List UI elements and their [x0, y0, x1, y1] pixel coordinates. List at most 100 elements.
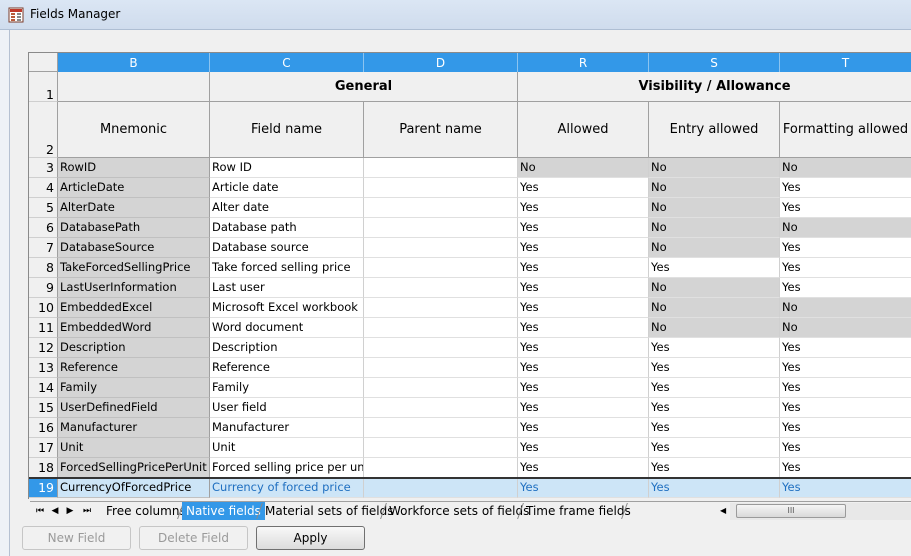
parent-name-cell[interactable] — [364, 458, 518, 478]
mnemonic-cell[interactable]: DatabaseSource — [58, 238, 210, 258]
row-header[interactable]: 16 — [29, 418, 58, 438]
mnemonic-cell[interactable]: Family — [58, 378, 210, 398]
mnemonic-cell[interactable]: RowID — [58, 158, 210, 178]
fields-grid[interactable]: B C D R S T 1 General Visibility / Allowance 2 Mne… — [28, 52, 911, 499]
parent-name-cell[interactable] — [364, 378, 518, 398]
entry-allowed-cell[interactable]: Yes — [649, 338, 780, 358]
formatting-allowed-cell[interactable]: Yes — [780, 258, 911, 278]
formatting-allowed-cell[interactable]: Yes — [780, 358, 911, 378]
entry-allowed-cell[interactable]: Yes — [649, 458, 780, 478]
formatting-allowed-cell[interactable]: Yes — [780, 478, 911, 498]
allowed-cell[interactable]: Yes — [518, 198, 649, 218]
allowed-cell[interactable]: Yes — [518, 338, 649, 358]
row-header[interactable]: 19 — [29, 478, 58, 498]
sheet-tab[interactable]: Native fields — [182, 502, 265, 520]
parent-name-cell[interactable] — [364, 218, 518, 238]
parent-name-cell[interactable] — [364, 478, 518, 498]
formatting-allowed-cell[interactable]: Yes — [780, 178, 911, 198]
field-name-cell[interactable]: Currency of forced price — [210, 478, 364, 498]
row-header[interactable]: 15 — [29, 398, 58, 418]
first-sheet-icon[interactable]: ⏮ — [33, 505, 47, 518]
allowed-cell[interactable]: Yes — [518, 298, 649, 318]
mnemonic-cell[interactable]: UserDefinedField — [58, 398, 210, 418]
field-name-cell[interactable]: Article date — [210, 178, 364, 198]
row-header[interactable]: 3 — [29, 158, 58, 178]
parent-name-cell[interactable] — [364, 178, 518, 198]
entry-allowed-cell[interactable]: Yes — [649, 398, 780, 418]
mnemonic-cell[interactable]: ForcedSellingPricePerUnit — [58, 458, 210, 478]
row-header[interactable]: 11 — [29, 318, 58, 338]
formatting-allowed-cell[interactable]: No — [780, 318, 911, 338]
entry-allowed-cell[interactable]: Yes — [649, 358, 780, 378]
new-field-button[interactable]: New Field — [22, 526, 131, 550]
parent-name-cell[interactable] — [364, 298, 518, 318]
field-name-cell[interactable]: Database path — [210, 218, 364, 238]
mnemonic-cell[interactable]: Description — [58, 338, 210, 358]
field-name-cell[interactable]: Reference — [210, 358, 364, 378]
row-header[interactable]: 18 — [29, 458, 58, 478]
field-name-cell[interactable]: User field — [210, 398, 364, 418]
formatting-allowed-cell[interactable]: No — [780, 298, 911, 318]
column-header-t[interactable]: T — [780, 53, 911, 72]
next-sheet-icon[interactable]: ▶ — [63, 505, 77, 518]
sheet-tab[interactable]: Workforce sets of fields — [385, 502, 533, 520]
row-header[interactable]: 1 — [29, 72, 58, 102]
formatting-allowed-cell[interactable]: Yes — [780, 438, 911, 458]
parent-name-cell[interactable] — [364, 318, 518, 338]
column-header-b[interactable]: B — [58, 53, 210, 72]
parent-name-cell[interactable] — [364, 238, 518, 258]
delete-field-button[interactable]: Delete Field — [139, 526, 248, 550]
entry-allowed-cell[interactable]: No — [649, 218, 780, 238]
field-name-cell[interactable]: Description — [210, 338, 364, 358]
row-header[interactable]: 17 — [29, 438, 58, 458]
allowed-cell[interactable]: Yes — [518, 378, 649, 398]
sheet-tab[interactable]: Material sets of fields — [261, 502, 398, 520]
parent-name-cell[interactable] — [364, 418, 518, 438]
field-name-cell[interactable]: Take forced selling price — [210, 258, 364, 278]
entry-allowed-cell[interactable]: No — [649, 198, 780, 218]
field-name-cell[interactable]: Last user — [210, 278, 364, 298]
row-header[interactable]: 9 — [29, 278, 58, 298]
mnemonic-cell[interactable]: CurrencyOfForcedPrice — [58, 478, 210, 498]
field-name-cell[interactable]: Database source — [210, 238, 364, 258]
mnemonic-cell[interactable]: Reference — [58, 358, 210, 378]
row-header[interactable]: 14 — [29, 378, 58, 398]
entry-allowed-cell[interactable]: Yes — [649, 418, 780, 438]
column-header-d[interactable]: D — [364, 53, 518, 72]
parent-name-cell[interactable] — [364, 278, 518, 298]
parent-name-cell[interactable] — [364, 358, 518, 378]
formatting-allowed-cell[interactable]: Yes — [780, 458, 911, 478]
row-header[interactable]: 4 — [29, 178, 58, 198]
allowed-cell[interactable]: Yes — [518, 318, 649, 338]
parent-name-cell[interactable] — [364, 158, 518, 178]
row-header[interactable]: 5 — [29, 198, 58, 218]
allowed-cell[interactable]: Yes — [518, 458, 649, 478]
allowed-cell[interactable]: Yes — [518, 178, 649, 198]
field-name-cell[interactable]: Word document — [210, 318, 364, 338]
entry-allowed-cell[interactable]: No — [649, 278, 780, 298]
formatting-allowed-cell[interactable]: No — [780, 158, 911, 178]
entry-allowed-cell[interactable]: No — [649, 238, 780, 258]
scroll-left-icon[interactable]: ◀ — [720, 506, 726, 515]
field-name-cell[interactable]: Manufacturer — [210, 418, 364, 438]
mnemonic-cell[interactable]: EmbeddedWord — [58, 318, 210, 338]
formatting-allowed-cell[interactable]: Yes — [780, 398, 911, 418]
mnemonic-cell[interactable]: ArticleDate — [58, 178, 210, 198]
allowed-cell[interactable]: Yes — [518, 218, 649, 238]
field-name-cell[interactable]: Alter date — [210, 198, 364, 218]
entry-allowed-cell[interactable]: Yes — [649, 438, 780, 458]
mnemonic-cell[interactable]: Unit — [58, 438, 210, 458]
parent-name-cell[interactable] — [364, 438, 518, 458]
formatting-allowed-cell[interactable]: Yes — [780, 378, 911, 398]
row-header[interactable]: 7 — [29, 238, 58, 258]
sheet-tab[interactable]: Time frame fields — [522, 502, 635, 520]
parent-name-cell[interactable] — [364, 338, 518, 358]
scrollbar-thumb[interactable]: III — [736, 504, 846, 518]
row-header[interactable]: 13 — [29, 358, 58, 378]
row-header[interactable]: 8 — [29, 258, 58, 278]
allowed-cell[interactable]: No — [518, 158, 649, 178]
formatting-allowed-cell[interactable]: Yes — [780, 198, 911, 218]
formatting-allowed-cell[interactable]: Yes — [780, 238, 911, 258]
last-sheet-icon[interactable]: ⏭ — [80, 505, 94, 518]
formatting-allowed-cell[interactable]: No — [780, 218, 911, 238]
